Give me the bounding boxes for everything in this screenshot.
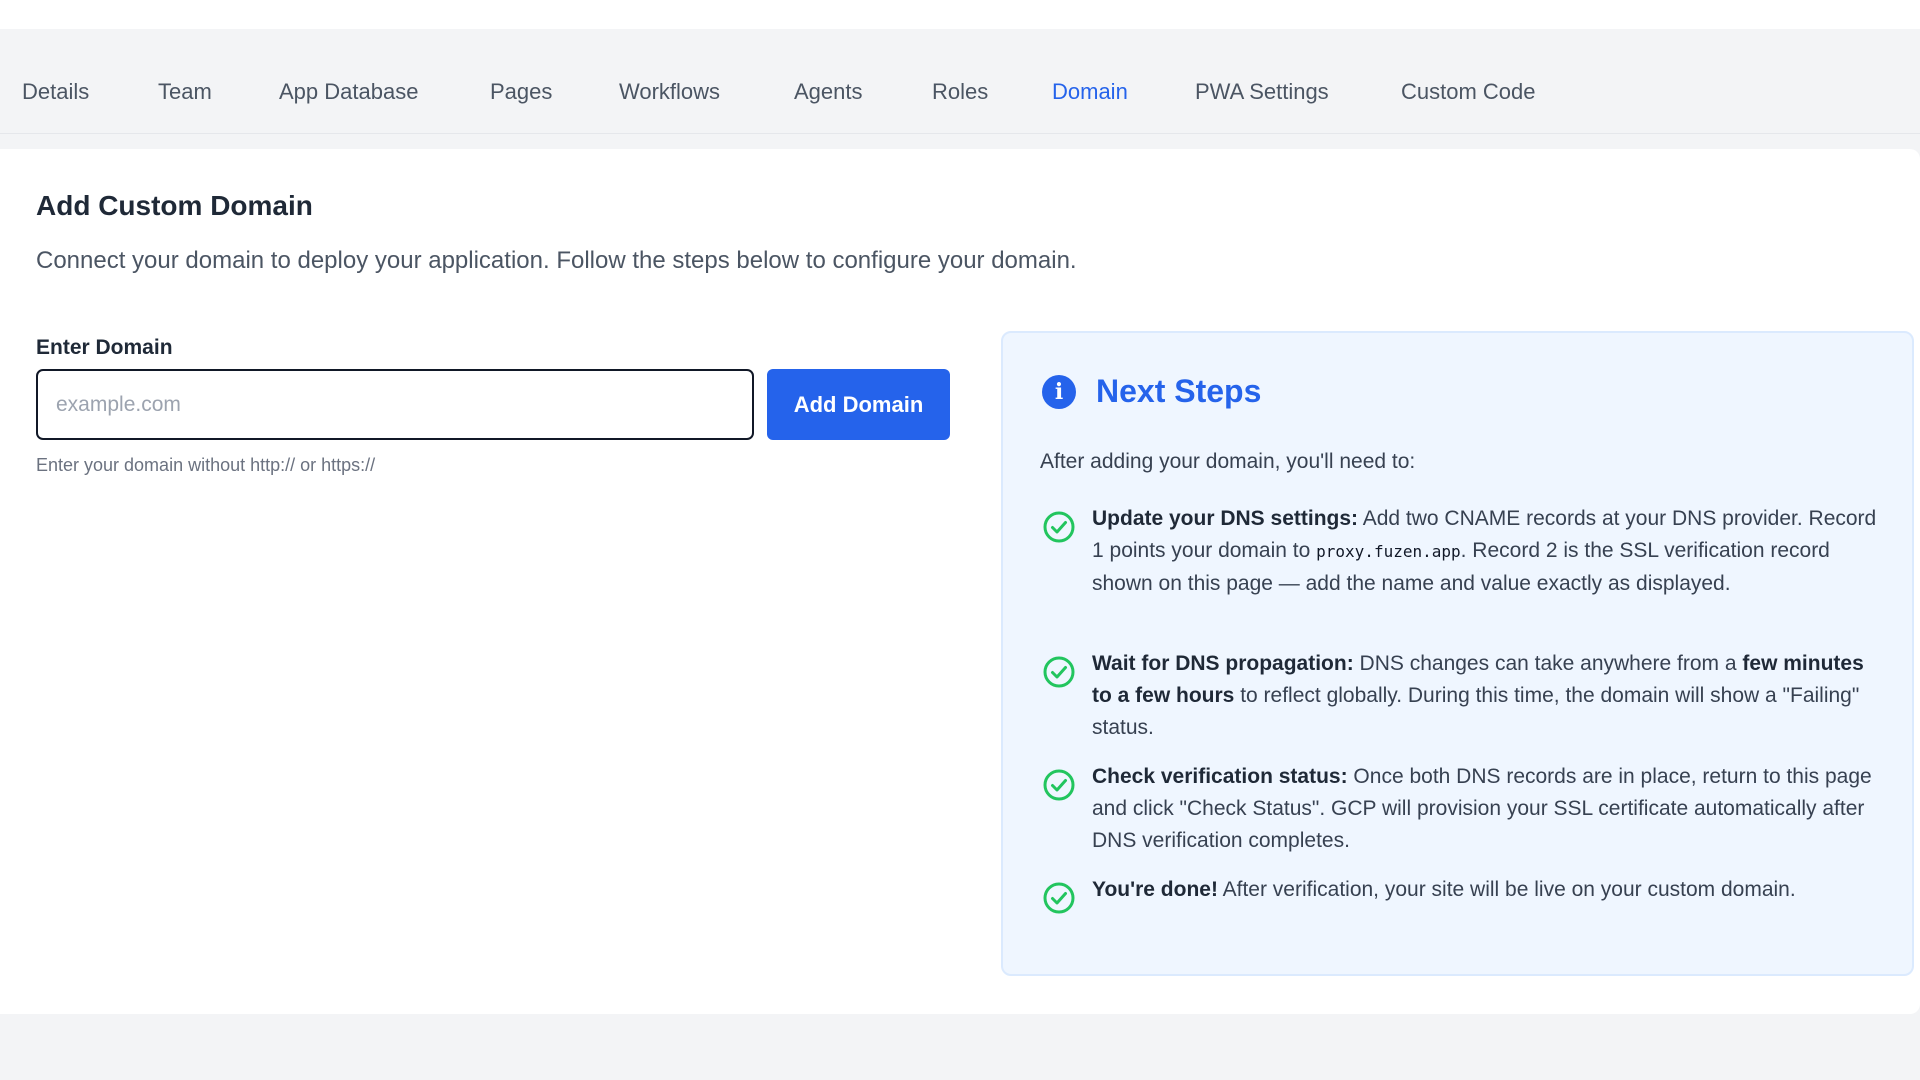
next-steps-title: Next Steps <box>1096 373 1262 409</box>
page-subtitle: Connect your domain to deploy your appli… <box>36 247 1077 274</box>
add-domain-button[interactable]: Add Domain <box>767 369 950 440</box>
info-icon: i <box>1042 374 1076 409</box>
top-spacer <box>0 0 1920 29</box>
step-item: Wait for DNS propagation: DNS changes ca… <box>1042 648 1882 744</box>
check-circle-icon <box>1043 656 1075 688</box>
tab-bar: Details Team App Database Pages Workflow… <box>0 29 1920 134</box>
page-title: Add Custom Domain <box>36 190 313 221</box>
check-circle-icon <box>1043 882 1075 914</box>
tab-pwa-settings[interactable]: PWA Settings <box>1195 29 1329 134</box>
domain-input[interactable] <box>36 369 754 440</box>
domain-helper-text: Enter your domain without http:// or htt… <box>36 455 376 475</box>
next-steps-intro: After adding your domain, you'll need to… <box>1040 450 1416 473</box>
step-heading: Check verification status: <box>1092 765 1348 788</box>
step-heading: You're done! <box>1092 878 1218 901</box>
step-item: Update your DNS settings: Add two CNAME … <box>1042 503 1882 600</box>
tab-team[interactable]: Team <box>158 29 212 134</box>
domain-field-label: Enter Domain <box>36 336 173 359</box>
proxy-host-code: proxy.fuzen.app <box>1316 542 1461 561</box>
step-heading: Update your DNS settings: <box>1092 507 1359 530</box>
tab-workflows[interactable]: Workflows <box>619 29 720 134</box>
step-heading: Wait for DNS propagation: <box>1092 652 1354 675</box>
check-circle-icon <box>1043 769 1075 801</box>
tab-domain[interactable]: Domain <box>1052 29 1128 134</box>
step-body: After verification, your site will be li… <box>1217 878 1796 901</box>
check-circle-icon <box>1043 511 1075 543</box>
tab-agents[interactable]: Agents <box>794 29 863 134</box>
step-text: Check verification status: Once both DNS… <box>1092 761 1882 857</box>
step-item: You're done! After verification, your si… <box>1042 874 1882 914</box>
step-text: Wait for DNS propagation: DNS changes ca… <box>1092 648 1882 744</box>
step-text: You're done! After verification, your si… <box>1092 874 1882 906</box>
step-body: DNS changes can take anywhere from a <box>1353 652 1743 675</box>
next-steps-header: i Next Steps <box>1042 373 1261 410</box>
step-text: Update your DNS settings: Add two CNAME … <box>1092 503 1882 600</box>
tab-roles[interactable]: Roles <box>932 29 988 134</box>
tab-details[interactable]: Details <box>22 29 89 134</box>
step-item: Check verification status: Once both DNS… <box>1042 761 1882 857</box>
next-steps-panel: i Next Steps After adding your domain, y… <box>1001 331 1914 976</box>
tab-app-database[interactable]: App Database <box>279 29 418 134</box>
tab-custom-code[interactable]: Custom Code <box>1401 29 1536 134</box>
tab-pages[interactable]: Pages <box>490 29 552 134</box>
